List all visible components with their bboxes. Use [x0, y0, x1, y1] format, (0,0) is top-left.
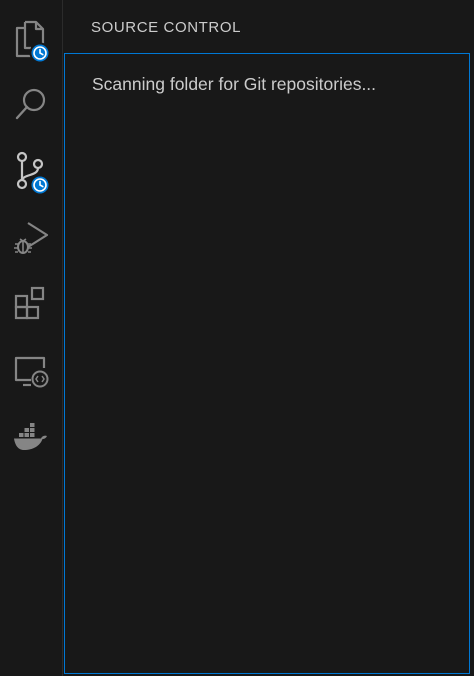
clock-badge-icon [29, 42, 51, 62]
docker-icon [14, 423, 47, 450]
extensions-icon [14, 286, 45, 320]
panel-header: SOURCE CONTROL [63, 0, 474, 53]
activity-source-control[interactable] [0, 138, 62, 204]
run-debug-icon [14, 222, 49, 254]
activity-docker[interactable] [0, 404, 62, 470]
activity-search[interactable] [0, 72, 62, 138]
clock-badge-icon [29, 174, 51, 194]
source-control-icon [16, 151, 51, 194]
search-icon [15, 88, 46, 120]
panel-body[interactable]: Scanning folder for Git repositories... [64, 53, 470, 674]
scanning-status-message: Scanning folder for Git repositories... [92, 74, 377, 94]
activity-extensions[interactable] [0, 270, 62, 336]
remote-explorer-icon [14, 356, 49, 388]
activity-run-debug[interactable] [0, 204, 62, 270]
panel-title: SOURCE CONTROL [91, 19, 242, 36]
activity-bar [0, 0, 63, 676]
explorer-files-icon [15, 20, 51, 62]
activity-remote-explorer[interactable] [0, 338, 62, 404]
source-control-panel: SOURCE CONTROL Scanning folder for Git r… [63, 0, 474, 676]
activity-explorer[interactable] [0, 6, 62, 72]
